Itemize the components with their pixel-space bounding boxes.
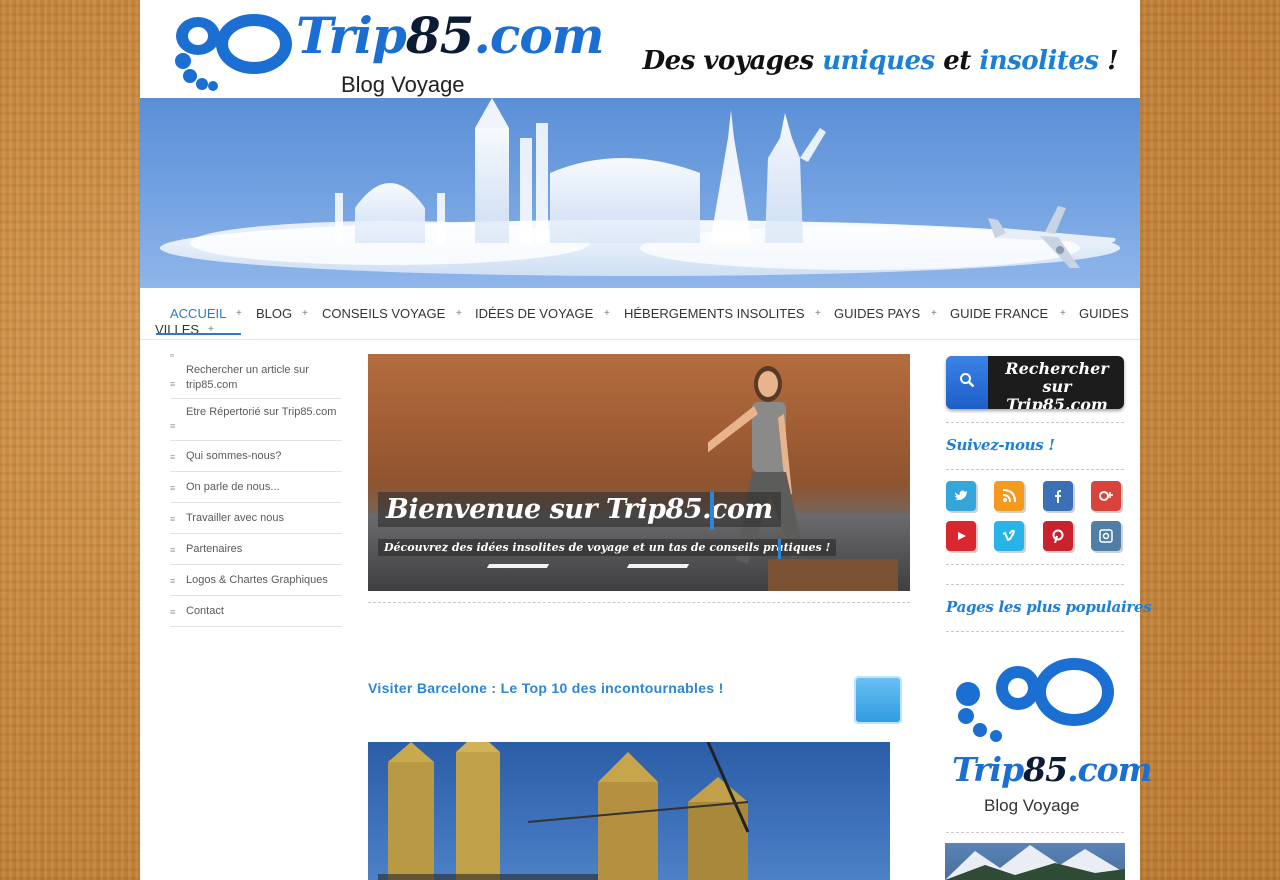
vimeo-icon[interactable]	[994, 521, 1024, 551]
list-bullet-icon: ≡	[170, 607, 176, 617]
twitter-icon[interactable]	[946, 481, 976, 511]
left-menu-item[interactable]: Logos & Chartes Graphiques ≡	[170, 565, 342, 596]
list-bullet-icon: ≡	[170, 514, 176, 524]
sidebar-mountain-image[interactable]	[945, 843, 1125, 880]
share-button[interactable]	[854, 676, 902, 724]
footprint-logo-icon	[175, 14, 292, 91]
left-menu-label[interactable]: Qui sommes-nous?	[186, 449, 281, 464]
hero-title: Bienvenue sur Trip85.com	[378, 492, 781, 527]
divider	[946, 564, 1124, 565]
list-bullet-icon: ≡	[170, 576, 176, 586]
hero-slider[interactable]: Bienvenue sur Trip85.com Découvrez des i…	[368, 354, 910, 591]
left-menu-label[interactable]: Partenaires	[186, 542, 242, 557]
divider	[946, 584, 1124, 585]
sagrada-familia-photo	[378, 742, 750, 880]
site-tagline: Des voyages uniques et insolites !	[642, 46, 1119, 76]
footprint-logo-icon	[956, 658, 1114, 742]
list-bullet-icon: ≡	[170, 545, 176, 555]
post-featured-image[interactable]	[368, 742, 890, 880]
divider	[946, 631, 1124, 632]
road-marking	[626, 564, 690, 568]
hero-subtitle: Découvrez des idées insolites de voyage …	[378, 539, 837, 556]
rss-icon[interactable]	[994, 481, 1024, 511]
nav-expand-icon[interactable]: +	[236, 308, 242, 319]
nav-expand-icon[interactable]: +	[815, 308, 821, 319]
search-icon	[960, 373, 975, 388]
logo-subtitle: Blog Voyage	[341, 72, 465, 97]
left-menu-item[interactable]: Travailler avec nous ≡	[170, 503, 342, 534]
nav-expand-icon[interactable]: +	[302, 308, 308, 319]
left-menu-item[interactable]: Partenaires ≡	[170, 534, 342, 565]
nav-item-blog[interactable]: BLOG	[256, 306, 292, 321]
nav-expand-icon[interactable]: +	[456, 308, 462, 319]
list-bullet-icon: ≡	[170, 421, 176, 431]
follow-us-heading: Suivez-nous !	[946, 436, 1055, 454]
popular-pages-heading: Pages les plus populaires	[946, 598, 1152, 616]
youtube-icon[interactable]	[946, 521, 976, 551]
facebook-icon[interactable]	[1043, 481, 1073, 511]
nav-expand-icon[interactable]: +	[931, 308, 937, 319]
site-logo[interactable]: Trip85.com Blog Voyage	[146, 6, 605, 97]
instagram-icon[interactable]	[1091, 521, 1121, 551]
left-menu-item[interactable]: Rechercher un article sur trip85.com ≡	[170, 357, 342, 399]
logo-wordmark: Trip85.com	[296, 6, 605, 65]
site-header: Trip85.com Blog Voyage Des voyages uniqu…	[140, 0, 1140, 98]
divider	[946, 469, 1124, 470]
list-bullet-icon: ≡	[170, 483, 176, 493]
google-plus-icon[interactable]	[1091, 481, 1121, 511]
nav-expand-icon[interactable]: +	[1060, 308, 1066, 319]
nav-item-conseils-voyage[interactable]: CONSEILS VOYAGE	[322, 306, 445, 321]
active-nav-indicator	[156, 333, 241, 335]
search-widget-label: Rechercher sur Trip85.com	[1005, 359, 1109, 410]
list-bullet-icon: ≡	[170, 452, 176, 462]
sidebar-logo[interactable]: Trip85.com Blog Voyage	[946, 650, 1153, 825]
left-menu-label[interactable]: Contact	[186, 604, 224, 619]
search-widget-button[interactable]: Rechercher sur Trip85.com	[946, 356, 1124, 409]
page-container: Trip85.com Blog Voyage Des voyages uniqu…	[140, 0, 1153, 880]
cloud-skyline-illustration	[160, 98, 1120, 276]
left-menu-item[interactable]: On parle de nous... ≡	[170, 472, 342, 503]
mountain-photo	[945, 845, 1125, 880]
main-navigation: ACCUEIL + BLOG + CONSEILS VOYAGE + IDÉES…	[140, 300, 1140, 340]
hero-accent-bar	[710, 492, 714, 530]
list-bullet-icon: ≡	[170, 379, 176, 389]
left-menu-label[interactable]: Rechercher un article sur trip85.com	[186, 363, 342, 393]
nav-item-accueil[interactable]: ACCUEIL	[170, 306, 226, 321]
header-banner	[140, 98, 1140, 288]
left-menu-label[interactable]: Travailler avec nous	[186, 511, 284, 526]
nav-item-guides-pays[interactable]: GUIDES PAYS	[834, 306, 920, 321]
left-menu-item[interactable]: Etre Répertorié sur Trip85.com ≡	[170, 399, 342, 441]
nav-item-guide-france[interactable]: GUIDE FRANCE	[950, 306, 1048, 321]
nav-item-hebergements-insolites[interactable]: HÉBERGEMENTS INSOLITES	[624, 306, 805, 321]
hero-accent-bar	[778, 539, 781, 559]
left-menu-label[interactable]: Etre Répertorié sur Trip85.com	[186, 405, 336, 420]
post-title-link[interactable]: Visiter Barcelone : Le Top 10 des incont…	[368, 680, 724, 696]
pinterest-icon[interactable]	[1043, 521, 1073, 551]
divider	[368, 602, 910, 603]
divider	[946, 422, 1124, 423]
sidebar-logo-wordmark: Trip85.com	[952, 750, 1153, 789]
nav-item-guides-villes[interactable]: GUIDES	[1079, 306, 1129, 321]
road-marking	[486, 564, 550, 568]
nav-item-idees-de-voyage[interactable]: IDÉES DE VOYAGE	[475, 306, 593, 321]
nav-expand-icon[interactable]: +	[604, 308, 610, 319]
left-menu-label[interactable]: On parle de nous...	[186, 480, 280, 495]
left-menu-item[interactable]: Qui sommes-nous? ≡	[170, 441, 342, 472]
left-menu-label[interactable]: Logos & Chartes Graphiques	[186, 573, 328, 588]
left-menu-item[interactable]: Contact ≡	[170, 596, 342, 627]
divider	[946, 832, 1124, 833]
sidebar-logo-subtitle: Blog Voyage	[984, 796, 1080, 815]
